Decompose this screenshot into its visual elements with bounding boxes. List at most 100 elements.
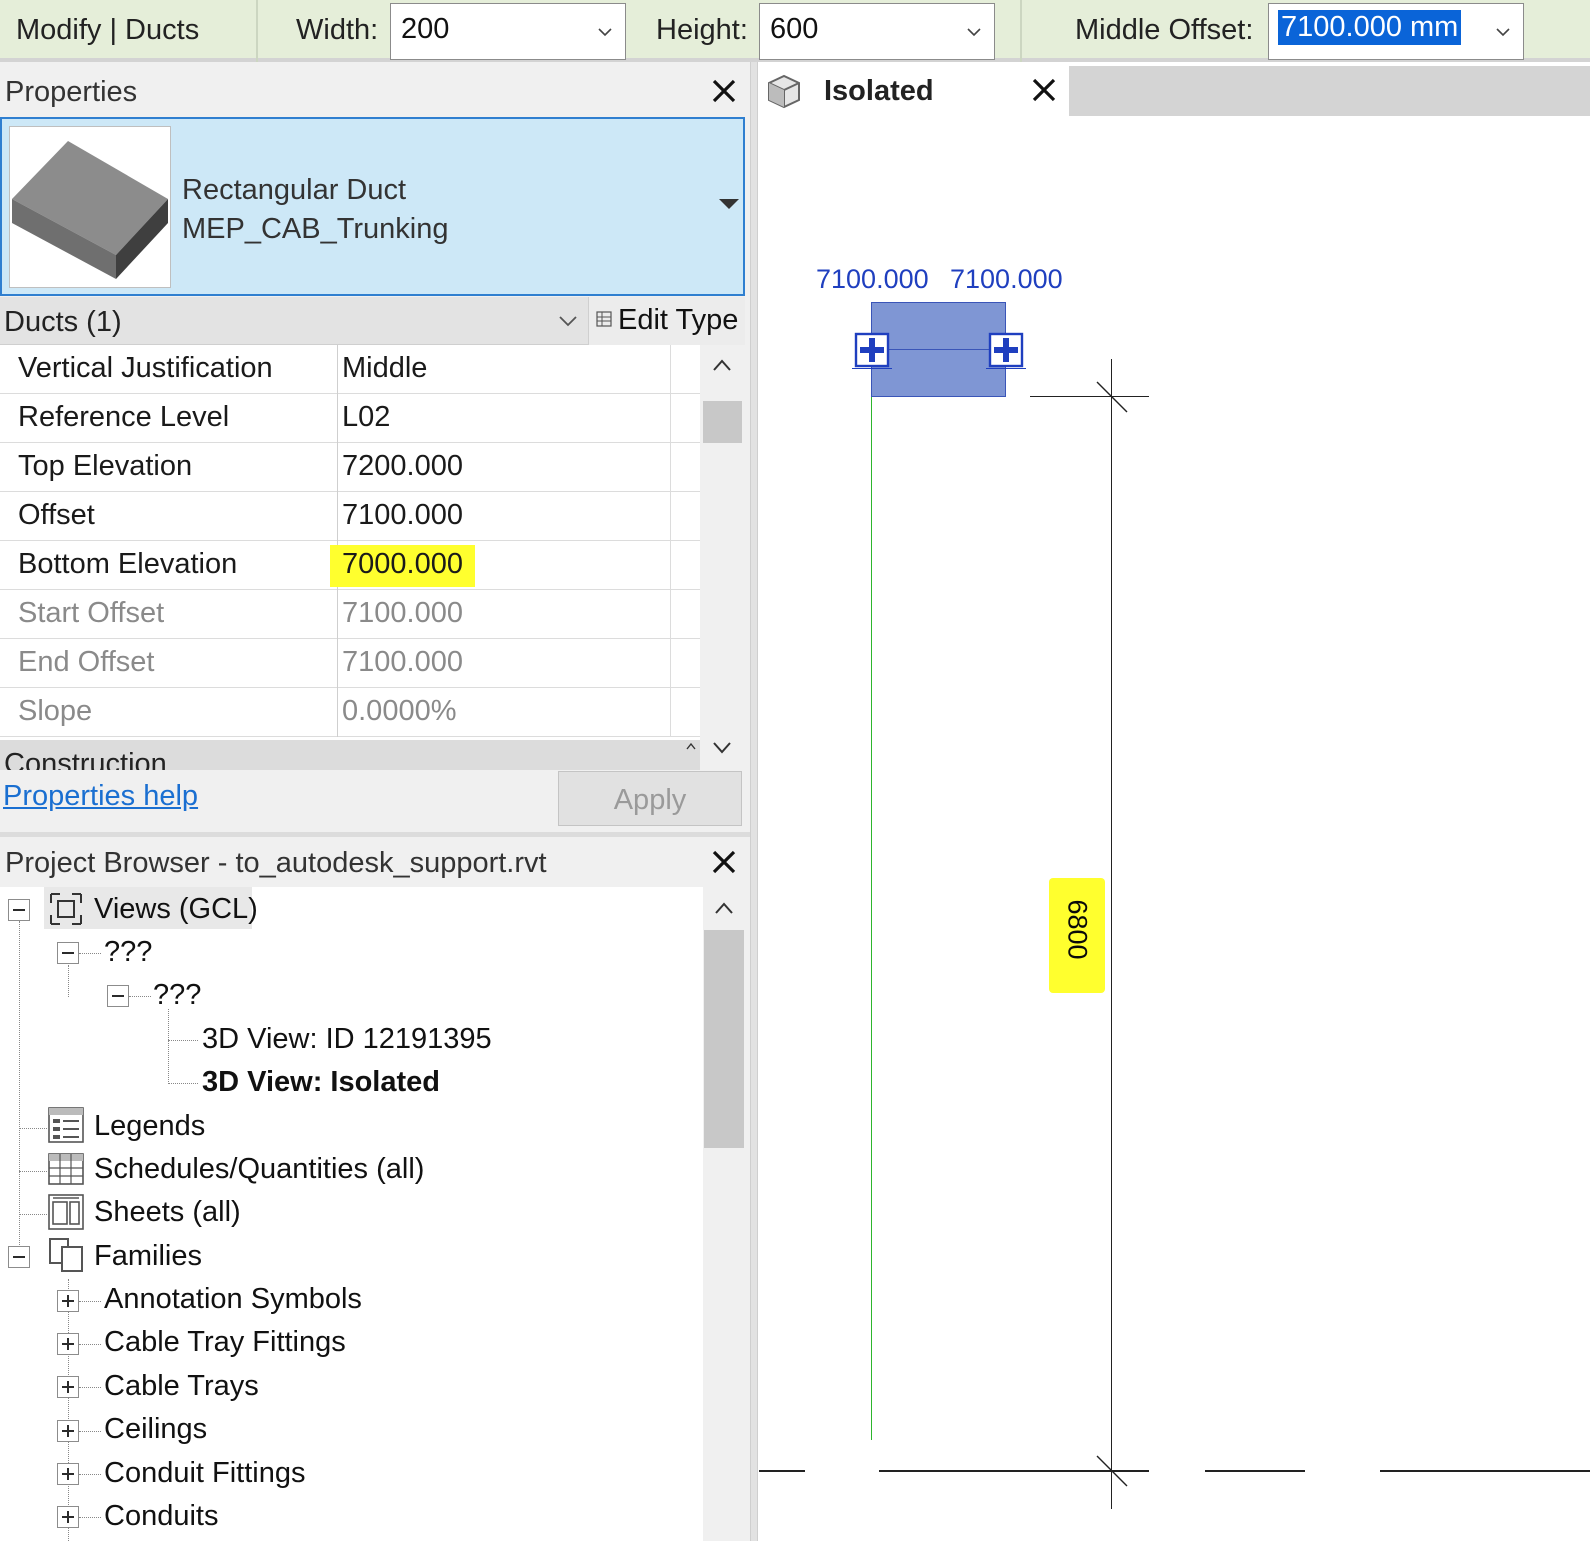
scroll-thumb[interactable] [703,401,742,443]
property-value[interactable]: 7100.000 [342,499,463,532]
expand-toggle[interactable] [57,1420,79,1442]
property-name: End Offset [18,646,155,678]
type-selector[interactable]: Rectangular Duct MEP_CAB_Trunking [0,117,745,296]
column-divider [337,590,338,639]
tree-connector [79,1517,101,1518]
expand-toggle[interactable] [57,1290,79,1312]
properties-help-link[interactable]: Properties help [3,780,198,813]
dimension-tick [1096,381,1128,413]
chevron-down-icon[interactable] [1495,24,1511,40]
collapse-toggle[interactable] [107,985,129,1007]
connector-underline [986,368,1026,369]
property-row[interactable]: Top Elevation 7200.000 [0,443,700,492]
property-value[interactable]: L02 [342,401,390,434]
group-header-construction[interactable]: Construction [0,740,700,770]
chevron-down-icon[interactable] [597,24,613,40]
tree-connector [19,921,20,1261]
property-value: 0.0000% [342,695,457,727]
column-divider [337,639,338,688]
close-icon[interactable] [710,77,738,105]
height-combo[interactable]: 600 [759,3,995,60]
tree-connector [68,1279,69,1541]
column-divider [337,394,338,443]
browser-scrollbar[interactable] [703,887,745,1541]
property-row[interactable]: Reference Level L02 [0,394,700,443]
tree-node-family[interactable]: Cable Trays [104,1370,259,1403]
apply-label: Apply [613,784,687,816]
instance-filter[interactable]: Ducts (1) Edit Type [0,297,745,345]
expand-toggle[interactable] [57,1376,79,1398]
property-value[interactable]: 7200.000 [342,450,463,483]
legends-icon [48,1107,84,1143]
options-bar: Modify | Ducts Width: 200 Height: 600 Mi… [0,0,1590,62]
property-row[interactable]: Offset 7100.000 [0,492,700,541]
close-icon[interactable] [1031,77,1057,103]
chevron-down-icon[interactable] [558,313,578,329]
edit-type-button[interactable]: Edit Type [588,297,745,345]
property-name: Reference Level [18,401,230,433]
tree-node-family[interactable]: Annotation Symbols [104,1283,362,1316]
dimension-witness-line [1030,396,1149,397]
scroll-down-icon[interactable] [712,741,732,755]
tree-node-view-current[interactable]: 3D View: Isolated [202,1066,440,1099]
row-divider [670,345,671,394]
tree-node-schedules[interactable]: Schedules/Quantities (all) [94,1153,424,1186]
properties-title: Properties [5,76,138,108]
tree-node-group[interactable]: ??? [153,979,201,1012]
tree-connector [79,1431,101,1432]
duct-box-icon [12,141,168,279]
apply-button[interactable]: Apply [558,771,742,826]
collapse-toggle[interactable] [8,1246,30,1268]
row-divider [670,590,671,639]
row-divider [670,541,671,590]
collapse-icon[interactable] [686,742,696,750]
project-browser-tree: Views (GCL) ??? ??? 3D View: ID 12191395… [0,887,703,1541]
property-name: Top Elevation [18,450,193,482]
close-icon[interactable] [710,848,738,876]
tree-node-sheets[interactable]: Sheets (all) [94,1196,241,1229]
tree-connector [79,953,101,954]
end-offset-label[interactable]: 7100.000 [950,264,1063,295]
expand-toggle[interactable] [57,1506,79,1528]
tree-node-families[interactable]: Families [94,1240,202,1273]
chevron-down-icon[interactable] [966,24,982,40]
expand-toggle[interactable] [57,1333,79,1355]
property-row[interactable]: Vertical Justification Middle [0,345,700,394]
tree-node-group[interactable]: ??? [104,936,152,969]
edit-type-icon [596,311,612,327]
tree-node-legends[interactable]: Legends [94,1110,205,1143]
height-dimension-text[interactable]: 6800 [1062,890,1093,970]
width-combo[interactable]: 200 [390,3,626,60]
property-name: Vertical Justification [18,352,273,384]
tree-node-family[interactable]: Conduits [104,1500,218,1533]
property-row[interactable]: Bottom Elevation 7000.000 [0,541,700,590]
scroll-thumb[interactable] [704,930,744,1148]
property-value[interactable]: Middle [342,352,427,385]
collapse-toggle[interactable] [8,899,30,921]
properties-scrollbar[interactable] [700,345,745,770]
panel-divider[interactable] [0,832,750,837]
middle-offset-combo[interactable]: 7100.000 mm [1268,3,1524,60]
collapse-toggle[interactable] [57,942,79,964]
scroll-up-icon[interactable] [714,901,734,915]
middle-offset-value[interactable]: 7100.000 mm [1278,10,1462,45]
height-label: Height: [656,14,748,46]
duct-connector-icon[interactable] [854,332,890,368]
view-tab-isolated[interactable]: Isolated [759,66,1069,116]
level-line-segment [1380,1470,1590,1472]
tree-node-family[interactable]: Conduit Fittings [104,1457,306,1490]
tree-node-family[interactable]: Ceilings [104,1413,207,1446]
expand-toggle[interactable] [57,1463,79,1485]
duct-connector-icon[interactable] [988,332,1024,368]
tree-node-views[interactable]: Views (GCL) [94,893,258,926]
property-value[interactable]: 7000.000 [342,548,463,581]
tree-connector [168,1009,169,1084]
type-family-name: Rectangular Duct [182,174,407,206]
tree-node-view[interactable]: 3D View: ID 12191395 [202,1023,492,1056]
scroll-up-icon[interactable] [712,358,732,372]
dropdown-arrow-icon[interactable] [719,199,739,211]
panel-splitter[interactable] [750,62,758,1541]
tree-node-family[interactable]: Cable Tray Fittings [104,1326,346,1359]
drawing-canvas[interactable]: 7100.000 7100.000 6800 [759,116,1590,1541]
start-offset-label[interactable]: 7100.000 [816,264,929,295]
